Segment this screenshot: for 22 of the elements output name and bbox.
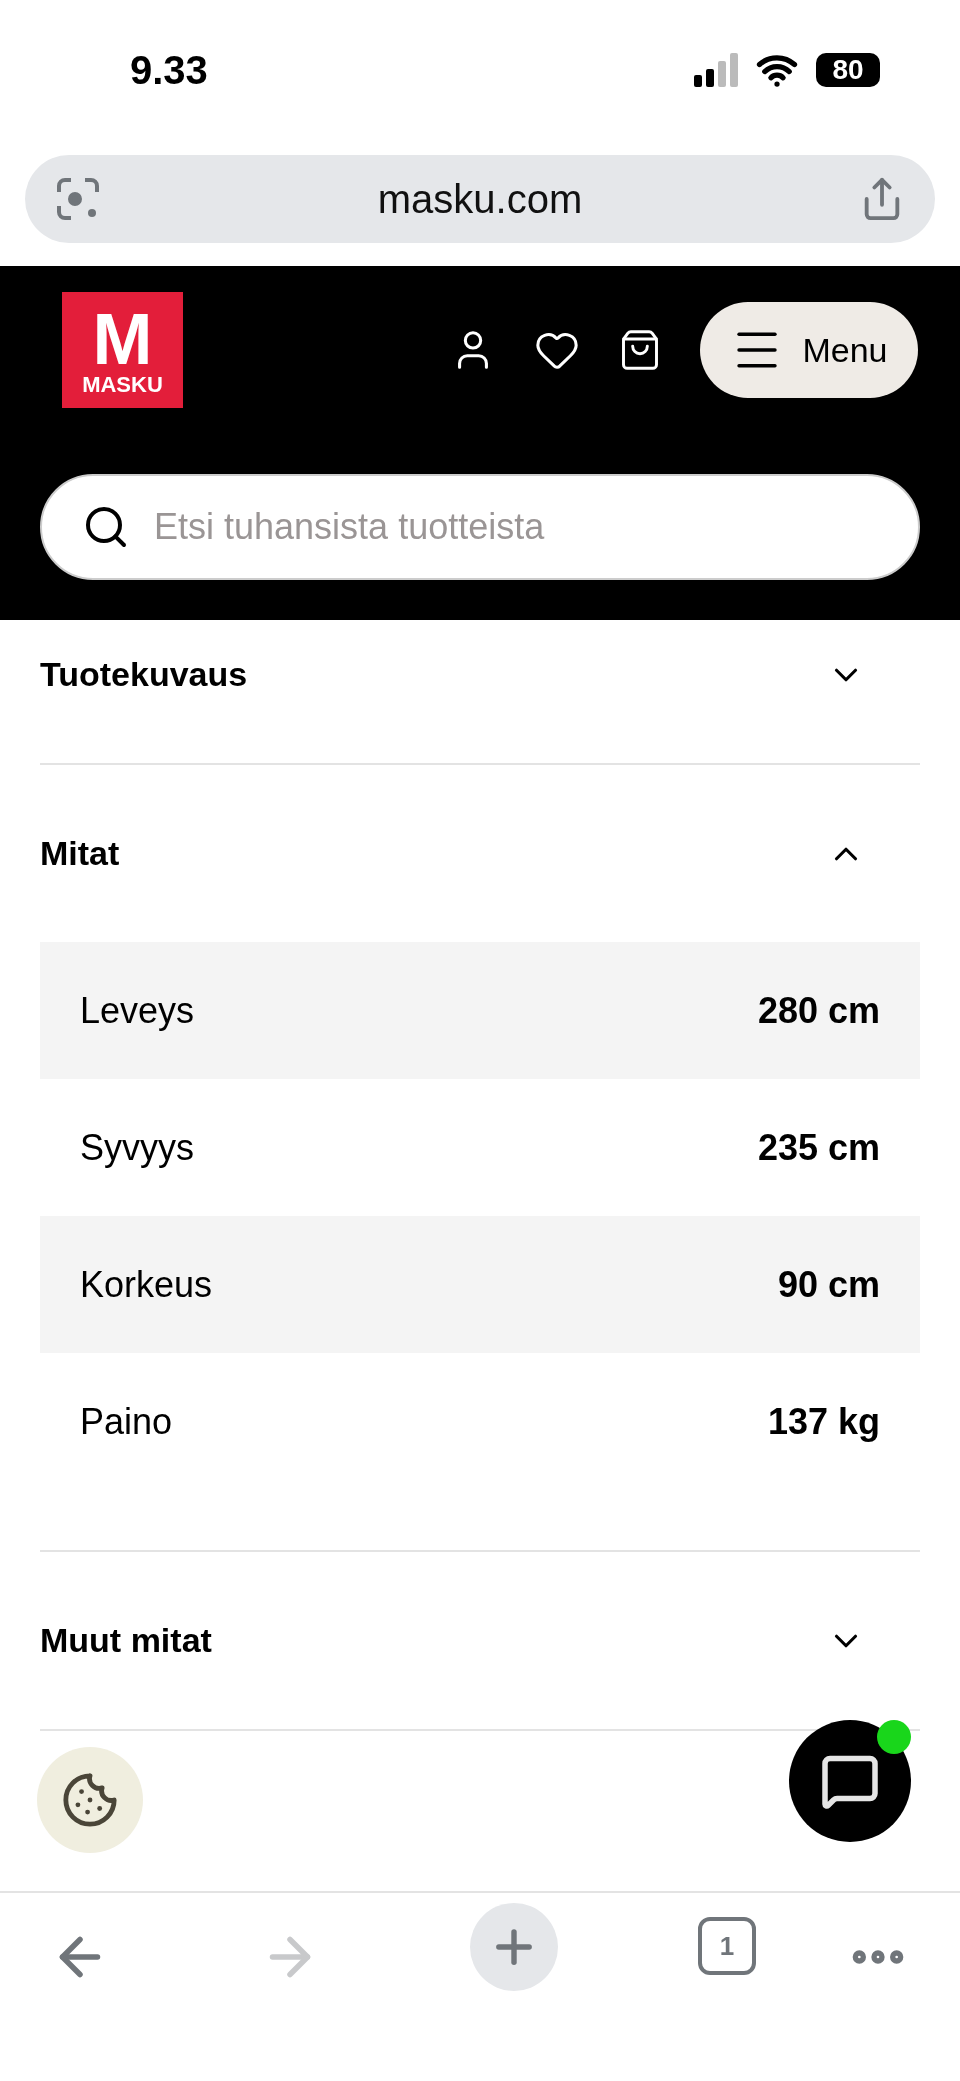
search-field[interactable]: Etsi tuhansista tuotteista: [40, 474, 920, 580]
address-bar[interactable]: masku.com: [25, 155, 935, 243]
dimension-label: Syvyys: [80, 1125, 194, 1170]
dimension-label: Paino: [80, 1399, 173, 1444]
status-time: 9.33: [130, 47, 208, 94]
tabs-button[interactable]: 1: [698, 1917, 756, 1975]
logo[interactable]: M MASKU: [62, 292, 183, 408]
signal-icon: [694, 53, 738, 87]
dimension-value: 235 cm: [757, 1125, 880, 1170]
dimension-value: 137 kg: [767, 1399, 880, 1444]
accordion-header[interactable]: Muut mitat: [40, 1552, 920, 1729]
battery-indicator: 80: [816, 53, 880, 87]
dimension-value: 280 cm: [757, 988, 880, 1033]
dimension-value: 90 cm: [777, 1262, 880, 1307]
dimension-label: Leveys: [80, 988, 195, 1033]
camera-lens-icon[interactable]: [55, 176, 101, 222]
dimension-label: Korkeus: [80, 1262, 213, 1307]
accordion-header[interactable]: Mitat: [40, 765, 920, 942]
menu-button[interactable]: Menu: [700, 302, 918, 398]
cookie-icon: [61, 1771, 119, 1829]
accordion-header[interactable]: Tuotekuvaus: [40, 620, 920, 763]
url-text: masku.com: [377, 176, 583, 223]
